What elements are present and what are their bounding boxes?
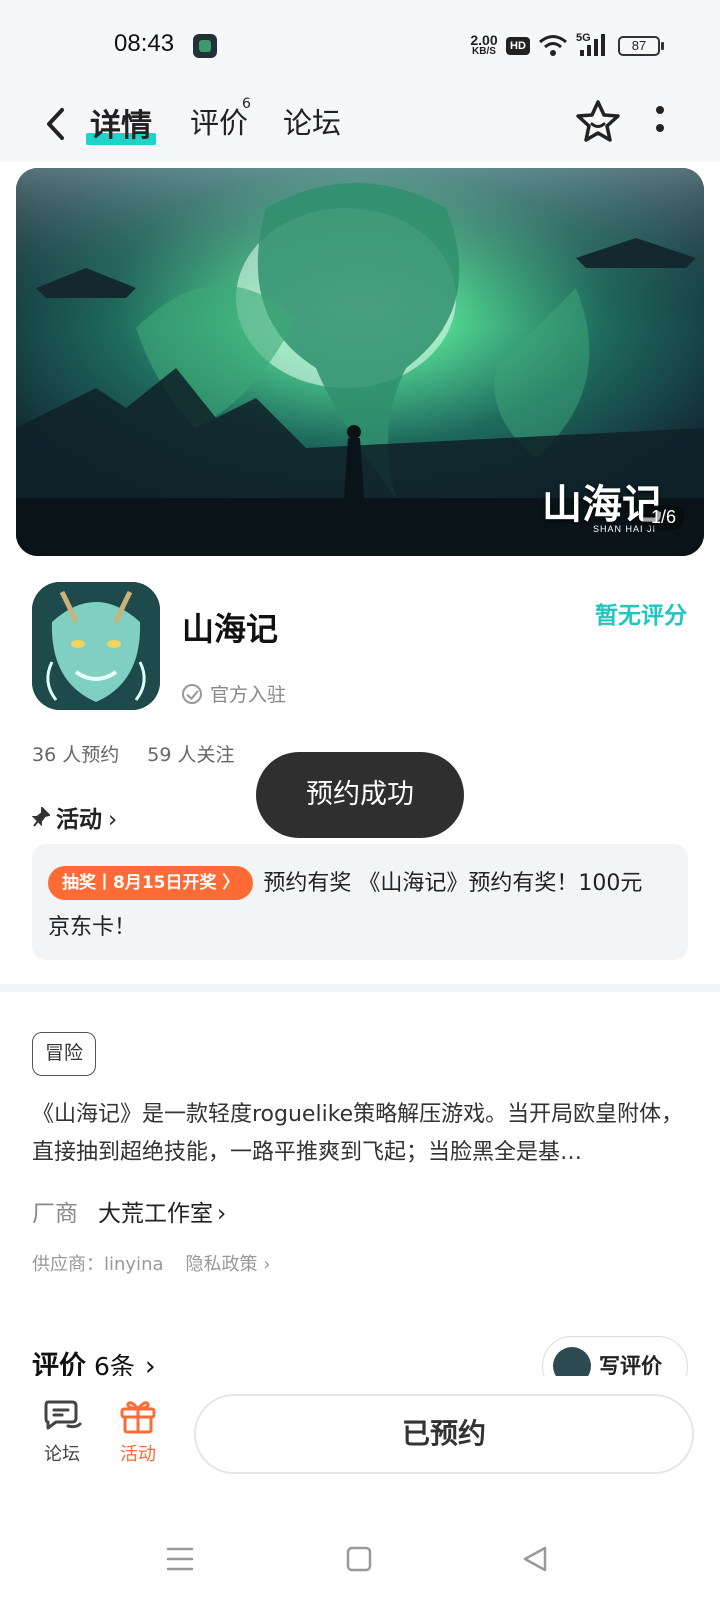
- network-speed-unit: KB/S: [472, 46, 496, 57]
- supplier-label: 供应商：linyina: [32, 1254, 164, 1275]
- wifi-icon: [539, 35, 567, 56]
- forum-chat-icon: [44, 1400, 82, 1430]
- status-time: 08:43: [114, 30, 175, 57]
- chevron-right-icon: ›: [108, 807, 118, 833]
- genre-tag[interactable]: 冒险: [32, 1032, 97, 1076]
- forum-label: 论坛: [44, 1444, 80, 1465]
- battery-indicator: 87: [618, 36, 664, 56]
- app-name: 山海记: [182, 610, 279, 648]
- notification-app-icon: [193, 34, 217, 58]
- follower-count: 59 人关注: [147, 744, 235, 766]
- tab-detail[interactable]: 详情: [86, 100, 156, 145]
- tab-review-label: 评价: [190, 106, 249, 140]
- home-icon[interactable]: [346, 1546, 372, 1572]
- back-arrow-icon[interactable]: [38, 104, 78, 144]
- game-description[interactable]: 《山海记》是一款轻度roguelike策略解压游戏。当开局欧皇附体，直接抽到超绝…: [32, 1096, 688, 1172]
- dragon-app-icon: [32, 582, 160, 710]
- network-speed-value: 2.00: [470, 32, 498, 48]
- favorite-star-icon[interactable]: [574, 98, 622, 146]
- tab-detail-label: 详情: [90, 108, 152, 144]
- vendor-name: 大荒工作室: [98, 1201, 213, 1227]
- more-options-icon[interactable]: [650, 106, 670, 142]
- activity-button[interactable]: 活动: [108, 1398, 168, 1466]
- forum-button[interactable]: 论坛: [32, 1398, 92, 1466]
- vendor-row[interactable]: 厂商 大荒工作室 ›: [32, 1194, 226, 1228]
- toast-message: 预约成功: [256, 752, 464, 838]
- system-back-icon[interactable]: [522, 1546, 548, 1572]
- section-divider: [0, 984, 720, 992]
- pin-icon: [31, 805, 51, 833]
- privacy-policy-label: 隐私政策: [185, 1254, 258, 1275]
- banner-page-indicator: 1/6: [642, 505, 684, 530]
- reserved-button[interactable]: 已预约: [194, 1394, 694, 1474]
- write-review-label: 写评价: [599, 1354, 662, 1378]
- tab-forum[interactable]: 论坛: [283, 100, 341, 142]
- verified-check-icon: [182, 684, 202, 704]
- privacy-policy-link[interactable]: 隐私政策 ›: [186, 1254, 271, 1275]
- lottery-badge[interactable]: 抽奖丨8月15日开奖 〉: [48, 866, 254, 900]
- supplier-row: 供应商：linyina 隐私政策 ›: [32, 1250, 270, 1276]
- activity-heading: 活动: [56, 807, 102, 833]
- review-count-badge: 6: [242, 96, 251, 112]
- official-badge: 官方入驻: [182, 680, 286, 707]
- promo-content: 抽奖丨8月15日开奖 〉预约有奖 《山海记》预约有奖！100元京东卡！: [48, 862, 660, 950]
- app-icon: [32, 582, 160, 710]
- tab-forum-label: 论坛: [283, 106, 342, 140]
- official-label: 官方入驻: [210, 684, 287, 706]
- vendor-label: 厂商: [32, 1201, 78, 1227]
- rating-label: 暂无评分: [595, 603, 687, 629]
- recent-apps-icon[interactable]: [166, 1546, 194, 1572]
- activity-label: 活动: [120, 1444, 156, 1465]
- top-nav: 详情 评价 6 论坛: [0, 92, 720, 162]
- gift-icon: [120, 1401, 156, 1434]
- chevron-right-icon: ›: [217, 1201, 227, 1227]
- reservation-count: 36 人预约: [32, 744, 120, 766]
- activity-promo-card[interactable]: 抽奖丨8月15日开奖 〉预约有奖 《山海记》预约有奖！100元京东卡！: [32, 844, 688, 960]
- tab-review[interactable]: 评价 6: [190, 96, 251, 142]
- status-bar: 08:43 2.00 KB/S HD 5G 87: [0, 0, 720, 92]
- activity-section-header[interactable]: 活动 ›: [31, 800, 118, 834]
- signal-icon: [580, 34, 605, 56]
- banner-carousel[interactable]: 山海记 SHAN HAI JI 1/6: [16, 168, 704, 556]
- system-nav-bar: [0, 1520, 720, 1608]
- app-stats: 36 人预约 59 人关注: [32, 740, 256, 767]
- hd-icon: HD: [506, 37, 530, 55]
- network-speed: 2.00 KB/S: [466, 33, 502, 57]
